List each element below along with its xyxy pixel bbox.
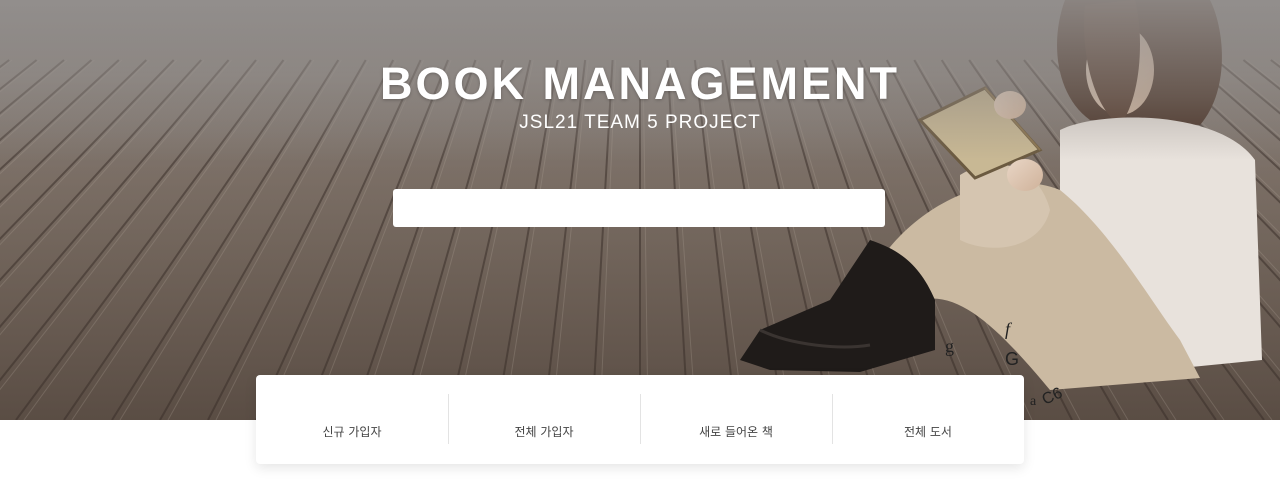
svg-text:G: G [1005,349,1019,369]
page-title: BOOK MANAGEMENT [380,58,900,109]
stat-new-books[interactable]: 새로 들어온 책 [640,375,832,464]
svg-text:a: a [1030,394,1037,409]
stat-new-members[interactable]: 신규 가입자 [256,375,448,464]
stat-label: 전체 가입자 [514,425,574,439]
stat-label: 전체 도서 [904,425,952,439]
search-input[interactable] [393,189,885,227]
hero-banner: f g G C6 a BOOK MANAGEMENT JSL21 TEAM 5 … [0,0,1280,420]
stat-label: 신규 가입자 [322,425,382,439]
page-subtitle: JSL21 TEAM 5 PROJECT [519,112,761,133]
stat-total-books[interactable]: 전체 도서 [832,375,1024,464]
stat-label: 새로 들어온 책 [699,425,773,439]
stats-card: 신규 가입자 전체 가입자 새로 들어온 책 전체 도서 [256,375,1024,464]
svg-text:g: g [945,336,954,356]
stat-total-members[interactable]: 전체 가입자 [448,375,640,464]
